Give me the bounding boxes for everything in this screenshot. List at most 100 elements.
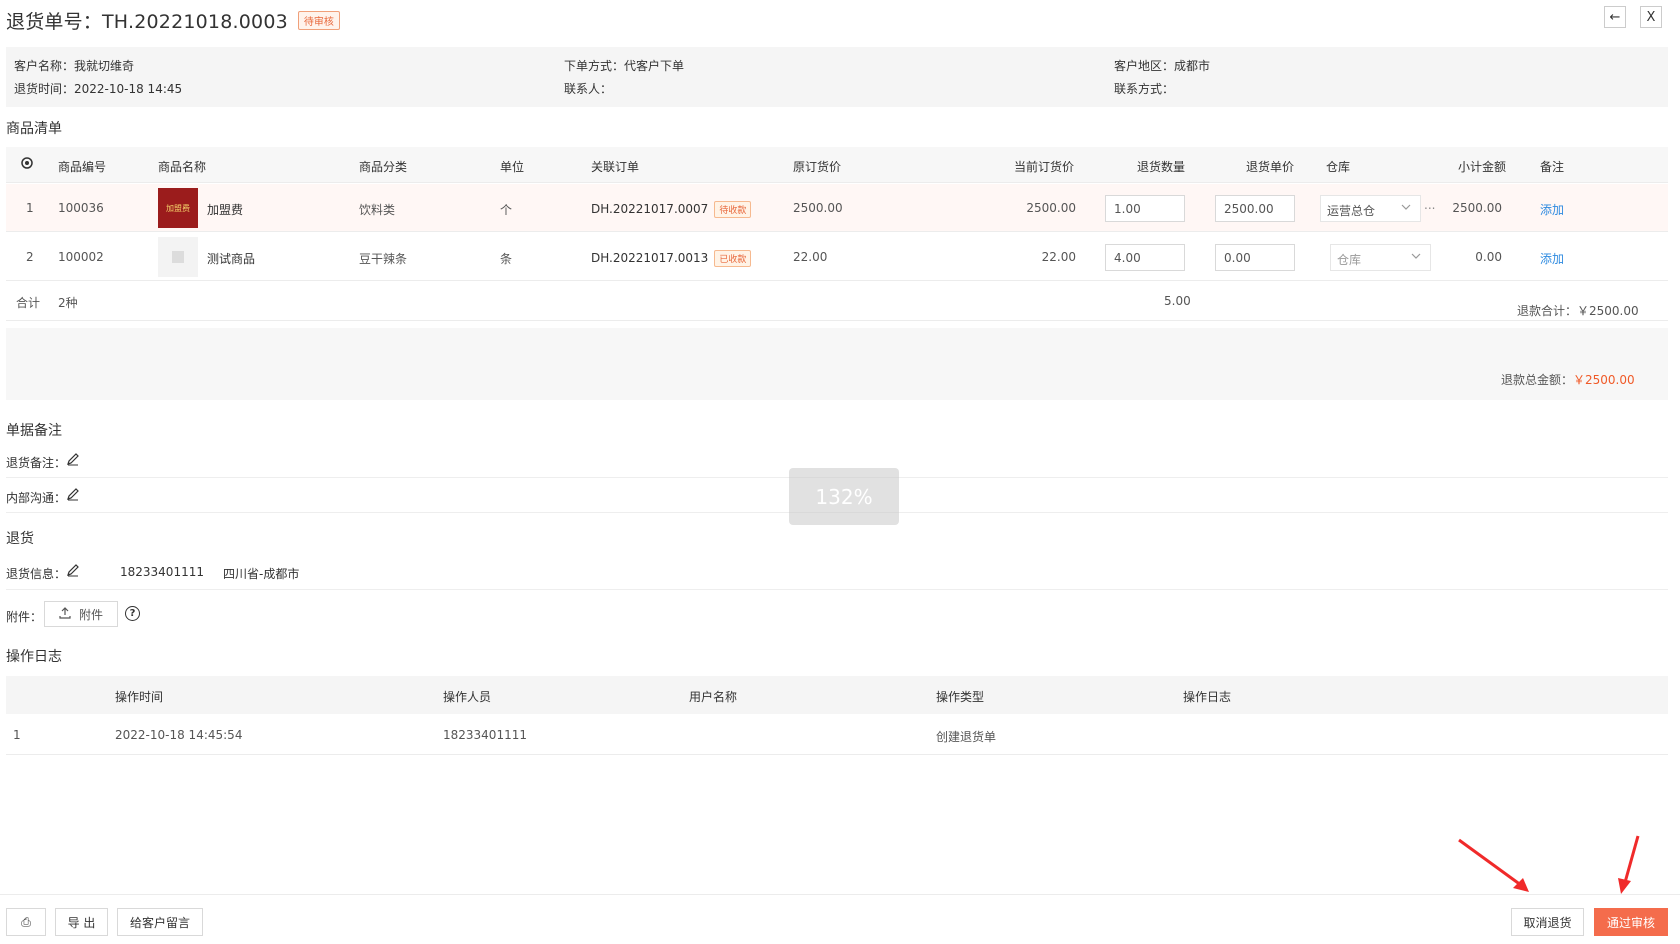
- refund-grand-total: 退款总金额：￥2500.00: [1501, 371, 1635, 388]
- refund-grand-value: ￥2500.00: [1573, 373, 1635, 387]
- orig-price: 22.00: [793, 250, 828, 264]
- upload-attachment-button[interactable]: 附件: [44, 601, 118, 627]
- message-customer-button[interactable]: 给客户留言: [117, 908, 203, 936]
- col-qty: 退货数量: [1137, 160, 1186, 174]
- contact-person: 联系人：: [564, 82, 613, 96]
- subtotal: 2500.00: [1452, 201, 1502, 215]
- related-order[interactable]: DH.20221017.0013 已收款: [591, 250, 752, 267]
- customer-name: 客户名称：我就切维奇: [14, 59, 135, 73]
- goods-section-title: 商品清单: [6, 121, 62, 137]
- log-col-username: 用户名称: [689, 690, 738, 704]
- internal-note-label: 内部沟通：: [6, 491, 67, 505]
- upload-icon: [59, 606, 71, 622]
- product-name[interactable]: 加盟费: [207, 201, 243, 218]
- table-row: 1 2022-10-18 14:45:54 18233401111 创建退货单: [6, 715, 1668, 755]
- return-price-input[interactable]: 2500.00: [1215, 195, 1295, 222]
- refund-summary-panel: 退款总金额：￥2500.00: [6, 328, 1668, 400]
- cancel-return-button[interactable]: 取消退货: [1511, 908, 1584, 936]
- export-button[interactable]: 导 出: [55, 908, 108, 936]
- contact-info: 联系方式：: [1114, 82, 1175, 96]
- product-category: 饮料类: [359, 203, 396, 217]
- edit-pen-icon[interactable]: [66, 563, 80, 580]
- log-col-time: 操作时间: [115, 690, 164, 704]
- chevron-down-icon: [1410, 250, 1422, 265]
- table-row: 2 100002 测试商品 豆干辣条 条 DH.20221017.0013 已收款…: [6, 233, 1668, 281]
- zoom-indicator: 132%: [789, 468, 899, 525]
- help-icon[interactable]: ?: [125, 606, 140, 621]
- gear-icon[interactable]: [20, 156, 34, 173]
- edit-pen-icon[interactable]: [66, 452, 80, 469]
- order-method: 下单方式：代客户下单: [564, 59, 685, 73]
- add-remark-link[interactable]: 添加: [1540, 250, 1564, 267]
- edit-pen-icon[interactable]: [66, 487, 80, 504]
- approve-button[interactable]: 通过审核: [1594, 908, 1668, 936]
- return-phone: 18233401111: [120, 565, 204, 579]
- return-info-row: 退货信息： 18233401111 四川省-成都市: [6, 554, 1668, 590]
- sum-label: 合计: [16, 296, 41, 310]
- log-operator: 18233401111: [443, 728, 527, 742]
- annotation-arrow-approve: [1618, 835, 1640, 894]
- subtotal: 0.00: [1475, 250, 1502, 264]
- print-button[interactable]: ⎙: [6, 908, 46, 936]
- col-unit: 单位: [500, 160, 525, 174]
- product-thumbnail: [158, 237, 198, 277]
- image-placeholder-icon: [172, 251, 184, 263]
- log-col-type: 操作类型: [936, 690, 985, 704]
- goods-table-header: 商品编号 商品名称 商品分类 单位 关联订单 原订货价 当前订货价 退货数量 退…: [6, 147, 1668, 183]
- col-order: 关联订单: [591, 160, 640, 174]
- order-info-panel: 客户名称：我就切维奇 退货时间：2022-10-18 14:45 下单方式：代客…: [6, 47, 1668, 107]
- warehouse-select[interactable]: 运营总仓: [1320, 195, 1421, 222]
- page-title: 退货单号：TH.20221018.0003: [6, 10, 288, 33]
- return-qty-input[interactable]: 4.00: [1105, 244, 1185, 271]
- order-status-badge: 待收款: [714, 201, 752, 218]
- add-remark-link[interactable]: 添加: [1540, 201, 1564, 218]
- related-order[interactable]: DH.20221017.0007 待收款: [591, 201, 752, 218]
- annotation-arrow-cancel: [1458, 838, 1529, 892]
- log-table-header: 操作时间 操作人员 用户名称 操作类型 操作日志: [6, 676, 1668, 714]
- attachment-label: 附件：: [6, 610, 43, 624]
- customer-region: 客户地区：成都市: [1114, 59, 1211, 73]
- sum-qty: 5.00: [1164, 294, 1191, 308]
- col-remark: 备注: [1540, 160, 1565, 174]
- col-unit-price: 退货单价: [1246, 160, 1295, 174]
- log-type: 创建退货单: [936, 730, 997, 744]
- row-index: 1: [26, 201, 34, 215]
- goods-summary-row: 合计 2种 5.00 退款合计：￥2500.00: [6, 283, 1668, 321]
- close-button[interactable]: X: [1640, 6, 1662, 28]
- table-row: 1 100036 加盟费 加盟费 饮料类 个 DH.20221017.0007 待…: [6, 184, 1668, 232]
- footer-toolbar: ⎙ 导 出 给客户留言 取消退货 通过审核: [0, 894, 1680, 944]
- product-unit: 个: [500, 203, 513, 217]
- product-name[interactable]: 测试商品: [207, 250, 255, 267]
- cur-price: 2500.00: [1026, 201, 1076, 215]
- warehouse-select[interactable]: 仓库: [1330, 244, 1431, 271]
- log-col-operator: 操作人员: [443, 690, 492, 704]
- col-category: 商品分类: [359, 160, 408, 174]
- return-address: 四川省-成都市: [223, 567, 300, 581]
- orig-price: 2500.00: [793, 201, 843, 215]
- return-price-input[interactable]: 0.00: [1215, 244, 1295, 271]
- col-orig-price: 原订货价: [793, 160, 842, 174]
- return-section-title: 退货: [6, 531, 34, 547]
- log-col-log: 操作日志: [1183, 690, 1232, 704]
- product-code: 100036: [58, 201, 104, 215]
- return-time: 退货时间：2022-10-18 14:45: [14, 82, 183, 96]
- status-badge: 待审核: [297, 10, 340, 30]
- more-icon[interactable]: ...: [1424, 198, 1435, 212]
- col-name: 商品名称: [158, 160, 207, 174]
- return-qty-input[interactable]: 1.00: [1105, 195, 1185, 222]
- row-index: 2: [26, 250, 34, 264]
- log-time: 2022-10-18 14:45:54: [115, 728, 243, 742]
- page-header: 退货单号：TH.20221018.0003 待审核: [6, 4, 340, 36]
- refund-grand-label: 退款总金额：: [1501, 373, 1574, 387]
- back-arrow-icon: ←: [1609, 9, 1621, 25]
- product-code: 100002: [58, 250, 104, 264]
- refund-total: 退款合计：￥2500.00: [1517, 304, 1639, 318]
- product-category: 豆干辣条: [359, 252, 408, 266]
- log-index: 1: [13, 728, 21, 742]
- sum-kinds: 2种: [58, 296, 78, 310]
- remarks-section-title: 单据备注: [6, 423, 62, 439]
- col-code: 商品编号: [58, 160, 107, 174]
- log-section-title: 操作日志: [6, 649, 62, 665]
- back-button[interactable]: ←: [1604, 6, 1626, 28]
- chevron-down-icon: [1400, 201, 1412, 216]
